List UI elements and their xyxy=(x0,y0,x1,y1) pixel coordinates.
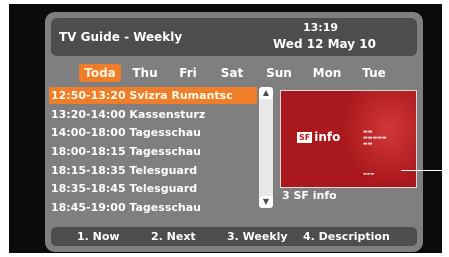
tv-screen: TV Guide - Weekly 13:19 Wed 12 May 10 To… xyxy=(9,4,443,253)
guide-title: TV Guide - Weekly xyxy=(59,30,183,44)
sf-info-logo: SF info xyxy=(297,130,341,144)
tab-sat[interactable]: Sat xyxy=(217,64,247,82)
channel-name: 3 SF info xyxy=(282,189,337,202)
next-button[interactable]: 2. Next xyxy=(151,230,196,243)
program-row[interactable]: 13:20-14:00 Kassensturz xyxy=(49,106,257,123)
program-row[interactable]: 18:15-18:35 Telesguard xyxy=(49,162,257,179)
program-row[interactable]: 18:35-18:45 Telesguard xyxy=(49,180,257,197)
now-button[interactable]: 1. Now xyxy=(77,230,120,243)
tab-sun[interactable]: Sun xyxy=(263,64,295,82)
tv-guide-panel: TV Guide - Weekly 13:19 Wed 12 May 10 To… xyxy=(45,12,423,252)
function-key-bar: 1. Now 2. Next 3. Weekly 4. Description xyxy=(51,227,417,246)
clock-time: 13:19 xyxy=(303,21,339,34)
description-button[interactable]: 4. Description xyxy=(303,230,390,243)
scrollbar[interactable]: ▲ ▼ xyxy=(259,87,273,208)
weekly-button[interactable]: 3. Weekly xyxy=(227,230,288,243)
preview-onscreen-text: ▬▬▬ xyxy=(363,171,375,176)
tab-today[interactable]: Toda xyxy=(79,64,121,82)
channel-preview: SF info ▬▬ ▬▬▬▬▬ ▬▬ ▬▬▬ xyxy=(280,90,417,188)
program-row[interactable]: 18:00-18:15 Tagesschau xyxy=(49,143,257,160)
preview-onscreen-text: ▬▬ ▬▬▬▬▬ ▬▬ xyxy=(363,129,387,147)
clock-date: Wed 12 May 10 xyxy=(273,37,376,51)
tab-tue[interactable]: Tue xyxy=(357,64,391,82)
scroll-up-icon[interactable]: ▲ xyxy=(259,87,273,99)
program-row[interactable]: 12:50-13:20 Svizra Rumantsc xyxy=(49,87,257,104)
program-row[interactable]: 14:00-18:00 Tagesschau xyxy=(49,124,257,141)
tab-mon[interactable]: Mon xyxy=(309,64,345,82)
tab-thu[interactable]: Thu xyxy=(127,64,163,82)
day-tabs: Toda Thu Fri Sat Sun Mon Tue xyxy=(79,64,419,82)
tab-fri[interactable]: Fri xyxy=(173,64,203,82)
scroll-down-icon[interactable]: ▼ xyxy=(259,196,273,208)
pointer-line xyxy=(401,170,443,171)
program-row[interactable]: 18:45-19:00 Tagesschau xyxy=(49,199,257,216)
guide-header: TV Guide - Weekly 13:19 Wed 12 May 10 xyxy=(51,18,417,56)
program-list: 12:50-13:20 Svizra Rumantsc 13:20-14:00 … xyxy=(49,87,257,218)
